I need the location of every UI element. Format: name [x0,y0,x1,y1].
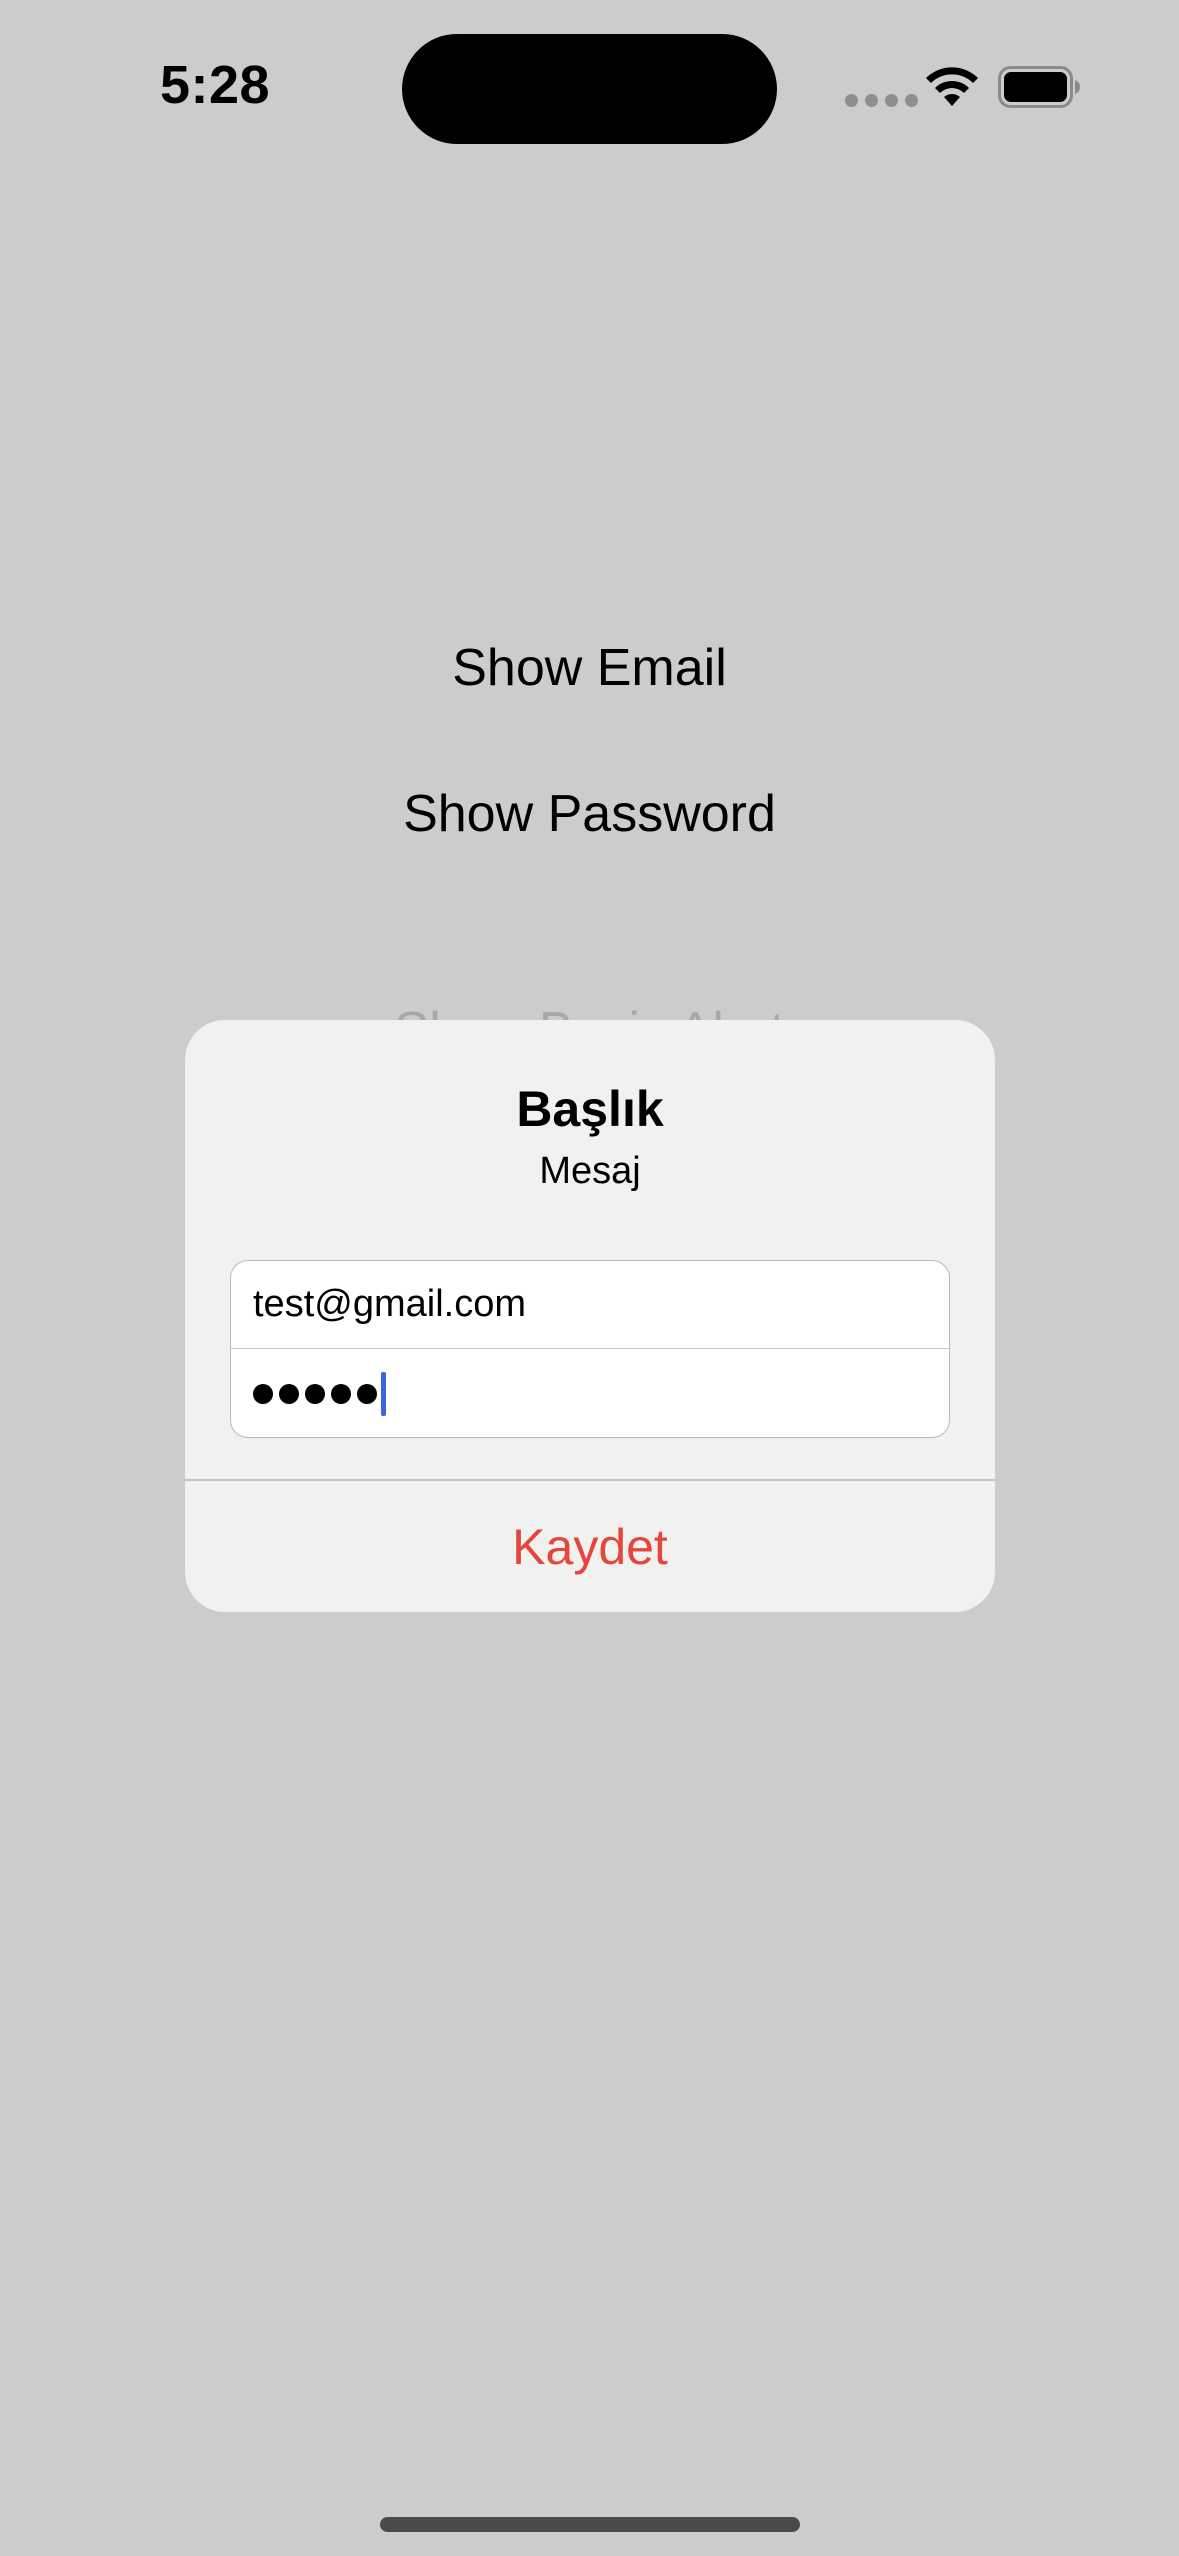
password-dot [253,1384,273,1404]
password-dot [331,1384,351,1404]
password-dot [305,1384,325,1404]
text-cursor [381,1372,386,1416]
alert-dialog: Başlık Mesaj test@gmail.com Kaydet [185,1020,995,1612]
password-dot [357,1384,377,1404]
alert-title: Başlık [516,1081,664,1137]
save-button[interactable]: Kaydet [185,1481,995,1612]
show-password-button[interactable]: Show Password [0,784,1179,844]
home-indicator [380,2517,800,2532]
alert-text-fields: test@gmail.com [230,1260,950,1438]
password-field-value [253,1384,377,1404]
wifi-icon [926,67,978,106]
show-email-button[interactable]: Show Email [0,638,1179,698]
email-field[interactable]: test@gmail.com [231,1261,949,1349]
password-field[interactable] [231,1350,949,1437]
battery-icon [998,66,1080,108]
dynamic-island [402,34,777,144]
show-basic-alert-button[interactable]: Show Basic Alert [0,1000,1179,1022]
alert-message: Mesaj [539,1150,641,1192]
email-field-value: test@gmail.com [253,1283,526,1325]
cellular-signal-icon [845,94,918,107]
password-dot [279,1384,299,1404]
status-time: 5:28 [160,55,271,115]
